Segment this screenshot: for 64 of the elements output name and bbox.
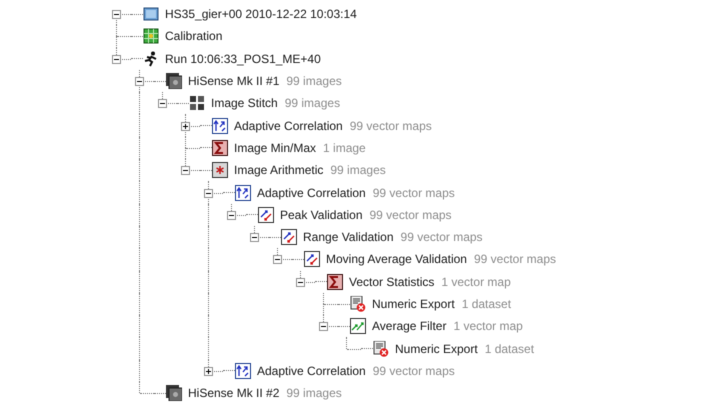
asterisk-icon — [212, 162, 228, 178]
crossing-arrows-icon — [304, 251, 320, 268]
node-label[interactable]: Adaptive Correlation — [234, 118, 343, 133]
node-label[interactable]: Adaptive Correlation — [257, 186, 366, 200]
node-label[interactable]: Numeric Export — [372, 297, 455, 311]
collapse-icon[interactable] — [181, 166, 190, 176]
item-count: 99 images — [284, 96, 340, 110]
item-count: 99 images — [286, 74, 342, 88]
collapse-icon[interactable] — [112, 54, 121, 64]
document-error-icon — [350, 296, 366, 312]
expand-icon[interactable] — [181, 122, 190, 131]
item-count: 99 vector maps — [350, 118, 432, 133]
collapse-icon[interactable] — [135, 77, 144, 86]
camera-icon — [166, 385, 182, 402]
node-label[interactable]: Vector Statistics — [349, 274, 434, 289]
parallel-arrows-icon — [350, 318, 366, 334]
expand-icon[interactable] — [204, 366, 213, 376]
folder-icon — [143, 6, 159, 22]
collapse-icon[interactable] — [227, 210, 236, 220]
vector-arrows-icon — [235, 362, 251, 379]
collapse-icon[interactable] — [250, 233, 259, 242]
document-error-icon — [373, 340, 389, 357]
item-count: 1 dataset — [462, 297, 512, 311]
node-label[interactable]: Peak Validation — [280, 208, 362, 222]
collapse-icon[interactable] — [112, 10, 121, 20]
vector-arrows-icon — [212, 118, 228, 134]
node-label[interactable]: Moving Average Validation — [326, 252, 467, 266]
item-count: 99 vector maps — [372, 186, 455, 200]
collapse-icon[interactable] — [158, 99, 167, 108]
item-count: 99 vector maps — [372, 364, 455, 378]
item-count: 99 vector maps — [400, 230, 483, 244]
node-label[interactable]: HS35_gier+00 2010-12-22 10:03:14 — [165, 7, 357, 22]
node-label[interactable]: HiSense Mk II #2 — [188, 386, 280, 400]
node-label[interactable]: Range Validation — [303, 230, 394, 244]
node-label[interactable]: Run 10:06:33_POS1_ME+40 — [165, 52, 321, 66]
node-label[interactable]: Image Arithmetic — [234, 163, 324, 178]
node-label[interactable]: Calibration — [165, 29, 222, 44]
node-label[interactable]: Adaptive Correlation — [257, 364, 366, 378]
collapse-icon[interactable] — [319, 322, 328, 332]
node-label[interactable]: Image Stitch — [211, 96, 278, 110]
grid-icon — [189, 95, 205, 112]
node-label[interactable]: HiSense Mk II #1 — [188, 74, 280, 88]
node-label[interactable]: Average Filter — [372, 319, 446, 334]
item-count: 1 vector map — [441, 274, 511, 289]
item-count: 99 vector maps — [370, 208, 452, 222]
item-count: 1 vector map — [453, 319, 523, 334]
sigma-icon — [327, 274, 343, 290]
collapse-icon[interactable] — [273, 255, 282, 264]
vector-arrows-icon — [235, 184, 251, 201]
target-grid-icon — [143, 28, 159, 44]
sigma-icon — [212, 140, 228, 156]
collapse-icon[interactable] — [204, 188, 213, 198]
crossing-arrows-icon — [258, 206, 274, 223]
item-count: 99 images — [286, 386, 342, 400]
node-label[interactable]: Image Min/Max — [234, 140, 316, 155]
crossing-arrows-icon — [281, 229, 297, 246]
item-count: 1 dataset — [484, 342, 534, 356]
item-count: 1 image — [323, 140, 366, 155]
camera-icon — [166, 73, 182, 90]
running-figure-icon — [143, 50, 159, 67]
node-label[interactable]: Numeric Export — [395, 342, 478, 356]
item-count: 99 images — [330, 163, 386, 178]
item-count: 99 vector maps — [474, 252, 556, 266]
collapse-icon[interactable] — [296, 278, 305, 287]
